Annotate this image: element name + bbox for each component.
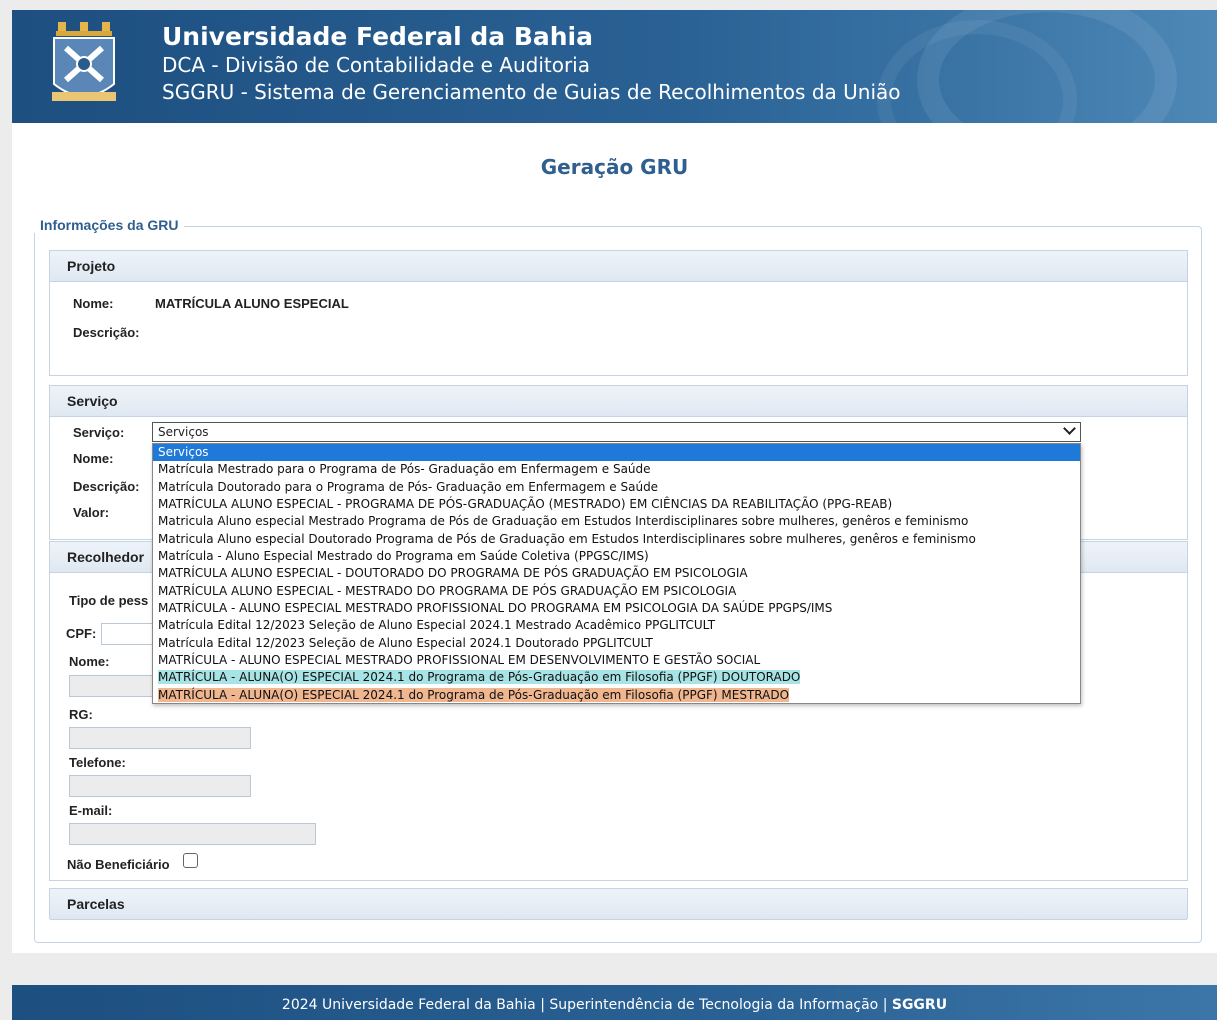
rg-input[interactable] <box>69 727 251 749</box>
servico-descricao-label: Descrição: <box>73 479 140 494</box>
chevron-down-icon <box>1063 422 1076 435</box>
page-title: Geração GRU <box>540 155 689 179</box>
header-banner: Universidade Federal da Bahia DCA - Divi… <box>12 10 1217 123</box>
gru-info-legend: Informações da GRU <box>34 217 185 233</box>
parcelas-heading: Parcelas <box>50 889 1187 920</box>
dropdown-option-highlighted[interactable]: MATRÍCULA - ALUNA(O) ESPECIAL 2024.1 do … <box>153 687 1080 704</box>
dropdown-option[interactable]: Matrícula Mestrado para o Programa de Pó… <box>153 461 1080 478</box>
dropdown-option-highlighted[interactable]: MATRÍCULA - ALUNA(O) ESPECIAL 2024.1 do … <box>153 669 1080 686</box>
projeto-nome-value: MATRÍCULA ALUNO ESPECIAL <box>155 296 349 311</box>
dropdown-option[interactable]: Serviços <box>153 444 1080 462</box>
email-input[interactable] <box>69 823 316 845</box>
dropdown-option[interactable]: Matrícula Edital 12/2023 Seleção de Alun… <box>153 617 1080 634</box>
university-title: Universidade Federal da Bahia <box>162 22 593 51</box>
telefone-label: Telefone: <box>69 755 126 770</box>
servico-heading: Serviço <box>50 386 1187 417</box>
footer-text: 2024 Universidade Federal da Bahia | Sup… <box>281 997 892 1013</box>
nao-beneficiario-label: Não Beneficiário <box>67 857 170 872</box>
dropdown-option-text: MATRÍCULA - ALUNA(O) ESPECIAL 2024.1 do … <box>158 687 790 702</box>
nao-beneficiario-checkbox[interactable] <box>183 853 198 868</box>
servico-valor-label: Valor: <box>73 505 110 520</box>
dropdown-option[interactable]: MATRÍCULA ALUNO ESPECIAL - PROGRAMA DE P… <box>153 496 1080 513</box>
tipo-pessoa-label: Tipo de pess <box>69 593 149 608</box>
servico-select-value: Serviços <box>158 425 209 439</box>
dropdown-option[interactable]: MATRÍCULA - ALUNO ESPECIAL MESTRADO PROF… <box>153 652 1080 669</box>
division-subtitle: DCA - Divisão de Contabilidade e Auditor… <box>162 53 590 77</box>
system-subtitle: SGGRU - Sistema de Gerenciamento de Guia… <box>162 80 901 104</box>
dropdown-option[interactable]: Matrícula Doutorado para o Programa de P… <box>153 479 1080 496</box>
nome-label: Nome: <box>69 654 110 669</box>
projeto-nome-label: Nome: <box>73 296 114 311</box>
dropdown-option[interactable]: Matrícula Edital 12/2023 Seleção de Alun… <box>153 635 1080 652</box>
dropdown-option[interactable]: MATRÍCULA ALUNO ESPECIAL - MESTRADO DO P… <box>153 583 1080 600</box>
servico-label: Serviço: <box>73 425 125 440</box>
dropdown-option[interactable]: MATRÍCULA - ALUNO ESPECIAL MESTRADO PROF… <box>153 600 1080 617</box>
projeto-panel: Projeto <box>49 250 1188 376</box>
dropdown-option[interactable]: MATRÍCULA ALUNO ESPECIAL - DOUTORADO DO … <box>153 565 1080 582</box>
parcelas-panel: Parcelas <box>49 888 1188 920</box>
dropdown-option-text: MATRÍCULA - ALUNA(O) ESPECIAL 2024.1 do … <box>158 670 801 685</box>
cpf-label: CPF: <box>66 626 97 641</box>
dropdown-option[interactable]: Matrícula - Aluno Especial Mestrado do P… <box>153 548 1080 565</box>
dropdown-option[interactable]: Matricula Aluno especial Doutorado Progr… <box>153 531 1080 548</box>
email-label: E-mail: <box>69 803 113 818</box>
footer: 2024 Universidade Federal da Bahia | Sup… <box>12 985 1217 1020</box>
telefone-input[interactable] <box>69 775 251 797</box>
main-content: Geração GRU Informações da GRU Projeto N… <box>12 123 1217 953</box>
projeto-heading: Projeto <box>50 251 1187 282</box>
projeto-descricao-label: Descrição: <box>73 325 140 340</box>
dropdown-option[interactable]: Matricula Aluno especial Mestrado Progra… <box>153 513 1080 530</box>
servico-dropdown-list[interactable]: Serviços Matrícula Mestrado para o Progr… <box>152 443 1081 704</box>
rg-label: RG: <box>69 707 93 722</box>
nome-input[interactable] <box>69 675 159 697</box>
ufba-logo-icon <box>52 22 116 101</box>
footer-brand: SGGRU <box>891 997 948 1013</box>
servico-select[interactable]: Serviços <box>152 422 1081 442</box>
servico-nome-label: Nome: <box>73 451 114 466</box>
